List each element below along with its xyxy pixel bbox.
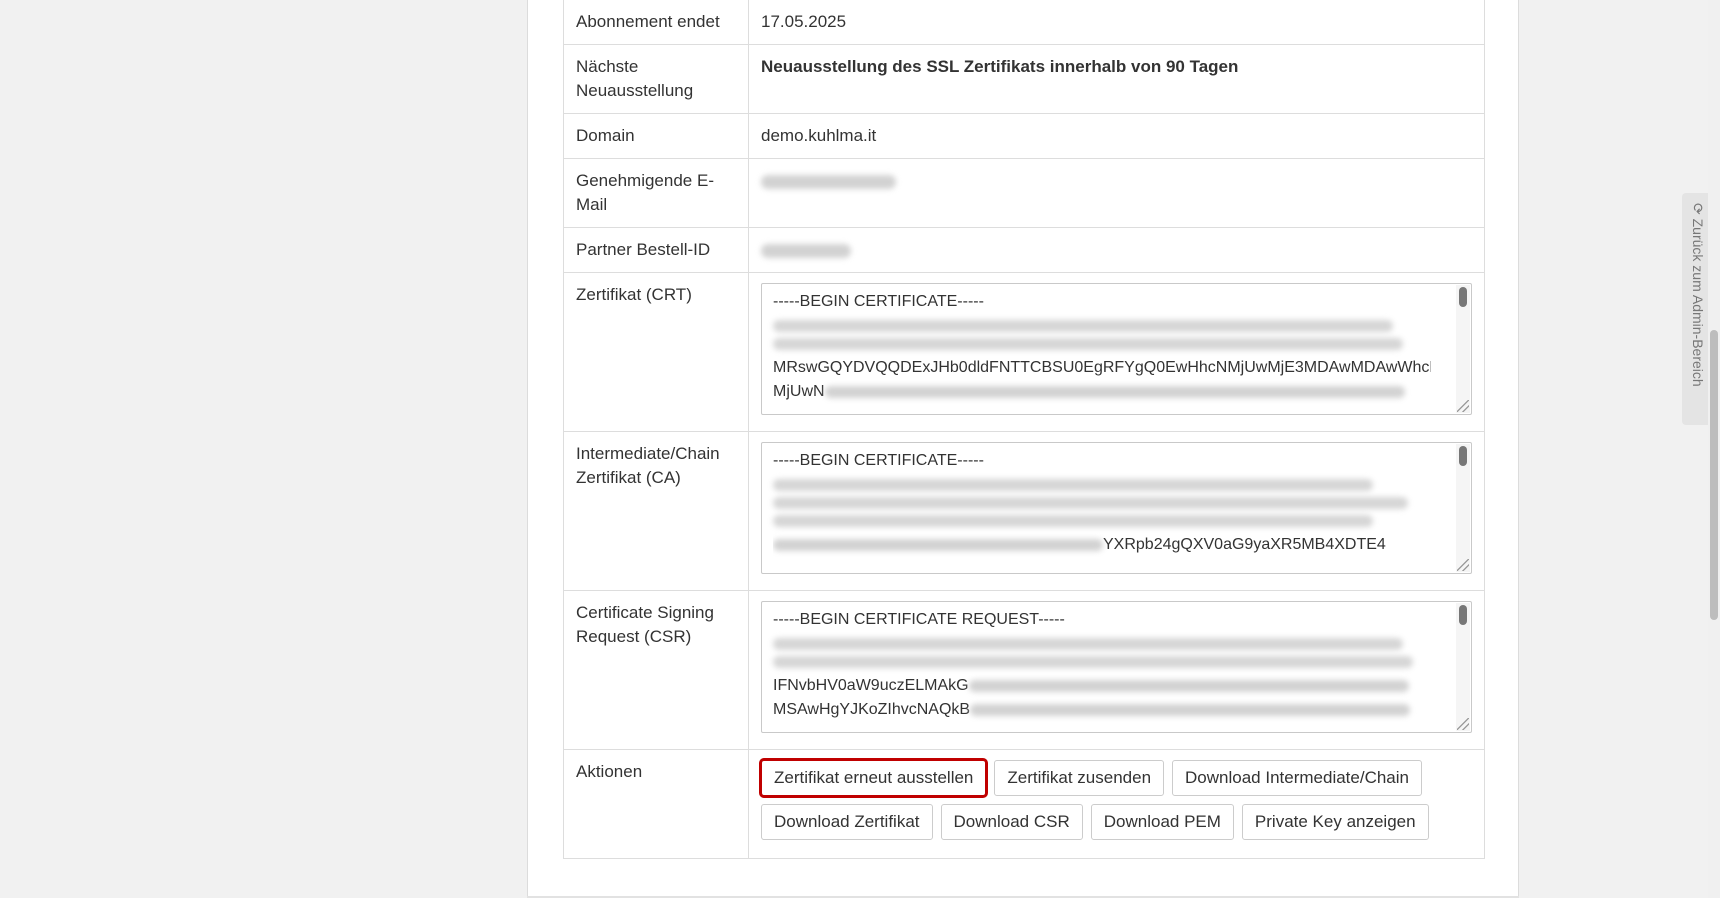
row-label: Certificate Signing Request (CSR): [563, 590, 749, 750]
table-row: Abonnement endet 17.05.2025: [563, 0, 1485, 45]
table-row: Partner Bestell-ID: [563, 227, 1485, 273]
csr-textarea[interactable]: -----BEGIN CERTIFICATE REQUEST----- IFNv…: [761, 601, 1472, 733]
download-pem-button[interactable]: Download PEM: [1090, 804, 1234, 840]
table-row: Domain demo.kuhlma.it: [563, 113, 1485, 159]
download-chain-button[interactable]: Download Intermediate/Chain: [1172, 760, 1422, 796]
table-row: Genehmigende E-Mail: [563, 158, 1485, 228]
refresh-icon: ⟳: [1690, 203, 1706, 215]
row-label: Genehmigende E-Mail: [563, 158, 749, 228]
row-label: Zertifikat (CRT): [563, 272, 749, 432]
table-row: Zertifikat (CRT) -----BEGIN CERTIFICATE-…: [563, 272, 1485, 432]
table-row: Intermediate/Chain Zertifikat (CA) -----…: [563, 431, 1485, 591]
resize-handle-icon[interactable]: [1457, 559, 1469, 571]
send-certificate-button[interactable]: Zertifikat zusenden: [994, 760, 1165, 796]
approver-email-value: [748, 158, 1485, 228]
reissue-certificate-button[interactable]: Zertifikat erneut ausstellen: [758, 758, 989, 798]
resize-handle-icon[interactable]: [1457, 400, 1469, 412]
chain-certificate-textarea[interactable]: -----BEGIN CERTIFICATE----- YXRpb24gQXV0…: [761, 442, 1472, 574]
certificate-details-table: Abonnement endet 17.05.2025 Nächste Neua…: [563, 0, 1485, 859]
row-label: Partner Bestell-ID: [563, 227, 749, 273]
textarea-scrollbar[interactable]: [1456, 285, 1470, 413]
row-label: Domain: [563, 113, 749, 159]
page-scrollbar-thumb[interactable]: [1710, 330, 1718, 620]
table-row: Nächste Neuausstellung Neuausstellung de…: [563, 44, 1485, 114]
textarea-scrollbar[interactable]: [1456, 444, 1470, 572]
action-buttons: Zertifikat erneut ausstellen Zertifikat …: [758, 758, 1461, 840]
page-scrollbar[interactable]: [1708, 0, 1720, 898]
download-certificate-button[interactable]: Download Zertifikat: [761, 804, 933, 840]
row-label: Abonnement endet: [563, 0, 749, 45]
subscription-end-value: 17.05.2025: [748, 0, 1485, 45]
row-label: Intermediate/Chain Zertifikat (CA): [563, 431, 749, 591]
table-row: Certificate Signing Request (CSR) -----B…: [563, 590, 1485, 750]
domain-value: demo.kuhlma.it: [748, 113, 1485, 159]
back-to-admin-tab[interactable]: ⟳ Zurück zum Admin-Bereich: [1682, 193, 1708, 425]
partner-order-id-value: [748, 227, 1485, 273]
certificate-textarea[interactable]: -----BEGIN CERTIFICATE----- MRswGQYDVQQD…: [761, 283, 1472, 415]
next-reissue-value: Neuausstellung des SSL Zertifikats inner…: [748, 44, 1485, 114]
resize-handle-icon[interactable]: [1457, 718, 1469, 730]
redacted-order-id: [761, 243, 851, 258]
download-csr-button[interactable]: Download CSR: [940, 804, 1083, 840]
back-to-admin-label: Zurück zum Admin-Bereich: [1690, 218, 1706, 387]
table-row: Aktionen Zertifikat erneut ausstellen Ze…: [563, 749, 1485, 859]
textarea-scrollbar[interactable]: [1456, 603, 1470, 731]
show-private-key-button[interactable]: Private Key anzeigen: [1241, 804, 1429, 840]
row-label: Aktionen: [563, 749, 749, 859]
content-panel: Abonnement endet 17.05.2025 Nächste Neua…: [527, 0, 1519, 898]
redacted-email: [761, 174, 896, 189]
row-label: Nächste Neuausstellung: [563, 44, 749, 114]
